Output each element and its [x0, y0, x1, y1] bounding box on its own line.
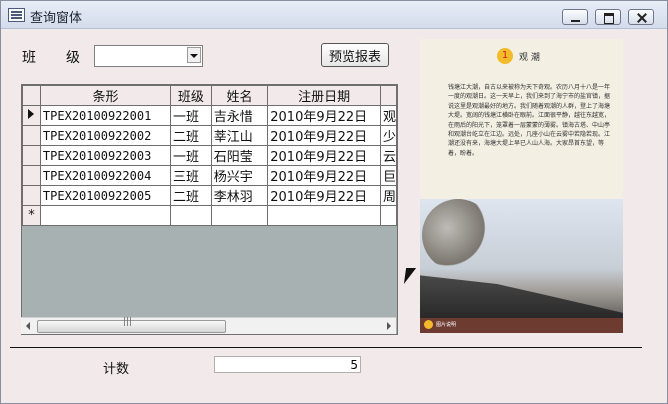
page-text: 钱塘江大潮，自古以来被称为天下奇观。农历八月十八是一年一度的观潮日。这一天早上，… — [448, 84, 611, 157]
name-cell[interactable]: 吉永惜 — [210, 105, 269, 126]
record-selector[interactable] — [22, 125, 41, 146]
chevron-down-icon[interactable] — [187, 47, 201, 63]
class-cell[interactable]: 二班 — [169, 125, 212, 146]
textbook-page: 1 观 潮 钱塘江大潮，自古以来被称为天下奇观。农历八月十八是一年一度的观潮日。… — [420, 39, 623, 207]
name-cell[interactable]: 杨兴宇 — [210, 165, 269, 186]
window-title: 查询窗体 — [30, 11, 83, 26]
new-barcode-cell[interactable] — [39, 205, 171, 226]
maximize-button[interactable] — [595, 9, 621, 25]
barcode-cell[interactable]: TPEX20100922002 — [39, 125, 171, 146]
barcode-cell[interactable]: TPEX20100922003 — [39, 145, 171, 166]
scroll-left-icon[interactable] — [26, 322, 30, 330]
table-row[interactable]: TPEX20100922002 二班 莘江山 2010年9月22日 少 — [22, 125, 397, 146]
minimize-icon — [571, 20, 580, 22]
record-selector[interactable] — [22, 165, 41, 186]
class-cell[interactable]: 二班 — [169, 185, 212, 206]
table-row[interactable]: TPEX20100922004 三班 杨兴宇 2010年9月22日 巨 — [22, 165, 397, 186]
new-extra-cell[interactable] — [379, 205, 397, 226]
date-cell[interactable]: 2010年9月22日 — [267, 105, 381, 126]
column-header-class[interactable]: 班级 — [169, 85, 212, 106]
preview-report-button[interactable]: 预览报表 — [321, 43, 389, 67]
record-selector[interactable] — [22, 185, 41, 206]
extra-cell[interactable]: 周 — [379, 185, 397, 206]
new-name-cell[interactable] — [210, 205, 269, 226]
date-cell[interactable]: 2010年9月22日 — [267, 125, 381, 146]
table-row[interactable]: TPEX20100922003 一班 石阳莹 2010年9月22日 云 — [22, 145, 397, 166]
title-bar[interactable]: 查询窗体 — [1, 1, 667, 29]
query-form-window: 查询窗体 班级 预览报表 条形 班级 姓名 注册日期 TPEX201009220… — [0, 0, 668, 404]
caption-text: 图片说明 — [436, 322, 457, 328]
column-header-register-date[interactable]: 注册日期 — [267, 85, 381, 106]
date-cell[interactable]: 2010年9月22日 — [267, 185, 381, 206]
mouse-pointer-icon — [403, 268, 417, 284]
record-selector-header[interactable] — [22, 85, 41, 106]
record-selector[interactable] — [22, 145, 41, 166]
count-field[interactable]: 5 — [214, 356, 361, 373]
horizontal-scrollbar[interactable] — [21, 317, 396, 334]
photo-caption: 图片说明 — [420, 318, 623, 333]
new-record-row[interactable]: * — [22, 205, 397, 226]
close-button[interactable] — [628, 9, 654, 25]
column-header-name[interactable]: 姓名 — [210, 85, 269, 106]
class-cell[interactable]: 一班 — [169, 105, 212, 126]
barcode-cell[interactable]: TPEX20100922001 — [39, 105, 171, 126]
new-record-icon[interactable]: * — [22, 205, 41, 226]
name-cell[interactable]: 李林羽 — [210, 185, 269, 206]
extra-cell[interactable]: 云 — [379, 145, 397, 166]
datasheet-grid[interactable]: 条形 班级 姓名 注册日期 TPEX20100922001 一班 吉永惜 201… — [21, 84, 398, 335]
new-date-cell[interactable] — [267, 205, 381, 226]
minimize-button[interactable] — [562, 9, 588, 25]
barcode-cell[interactable]: TPEX20100922005 — [39, 185, 171, 206]
count-label: 计数 — [103, 362, 130, 377]
record-selector[interactable] — [22, 105, 41, 126]
scenery-photo: 图片说明 — [420, 199, 623, 333]
form-icon — [8, 8, 25, 22]
scroll-right-icon[interactable] — [387, 322, 391, 330]
table-row[interactable]: TPEX20100922001 一班 吉永惜 2010年9月22日 观 — [22, 105, 397, 126]
class-combobox[interactable] — [94, 45, 203, 67]
maximize-icon — [604, 13, 614, 24]
student-table: 条形 班级 姓名 注册日期 TPEX20100922001 一班 吉永惜 201… — [22, 85, 397, 226]
column-header-barcode[interactable]: 条形 — [39, 85, 171, 106]
tree-image — [422, 199, 494, 271]
table-header-row: 条形 班级 姓名 注册日期 — [22, 85, 397, 106]
current-record-icon — [28, 109, 35, 119]
section-divider — [10, 347, 642, 348]
scrollbar-thumb[interactable] — [37, 317, 226, 333]
caption-icon — [424, 320, 433, 329]
date-cell[interactable]: 2010年9月22日 — [267, 165, 381, 186]
new-class-cell[interactable] — [169, 205, 212, 226]
name-cell[interactable]: 莘江山 — [210, 125, 269, 146]
class-cell[interactable]: 一班 — [169, 145, 212, 166]
table-row[interactable]: TPEX20100922005 二班 李林羽 2010年9月22日 周 — [22, 185, 397, 206]
extra-cell[interactable]: 少 — [379, 125, 397, 146]
chapter-number: 1 — [497, 48, 513, 64]
column-header-extra[interactable] — [379, 85, 397, 106]
class-cell[interactable]: 三班 — [169, 165, 212, 186]
name-cell[interactable]: 石阳莹 — [210, 145, 269, 166]
barcode-cell[interactable]: TPEX20100922004 — [39, 165, 171, 186]
student-photo-panel: 1 观 潮 钱塘江大潮，自古以来被称为天下奇观。农历八月十八是一年一度的观潮日。… — [420, 39, 623, 333]
date-cell[interactable]: 2010年9月22日 — [267, 145, 381, 166]
extra-cell[interactable]: 观 — [379, 105, 397, 126]
chapter-title: 观 潮 — [519, 53, 540, 63]
extra-cell[interactable]: 巨 — [379, 165, 397, 186]
